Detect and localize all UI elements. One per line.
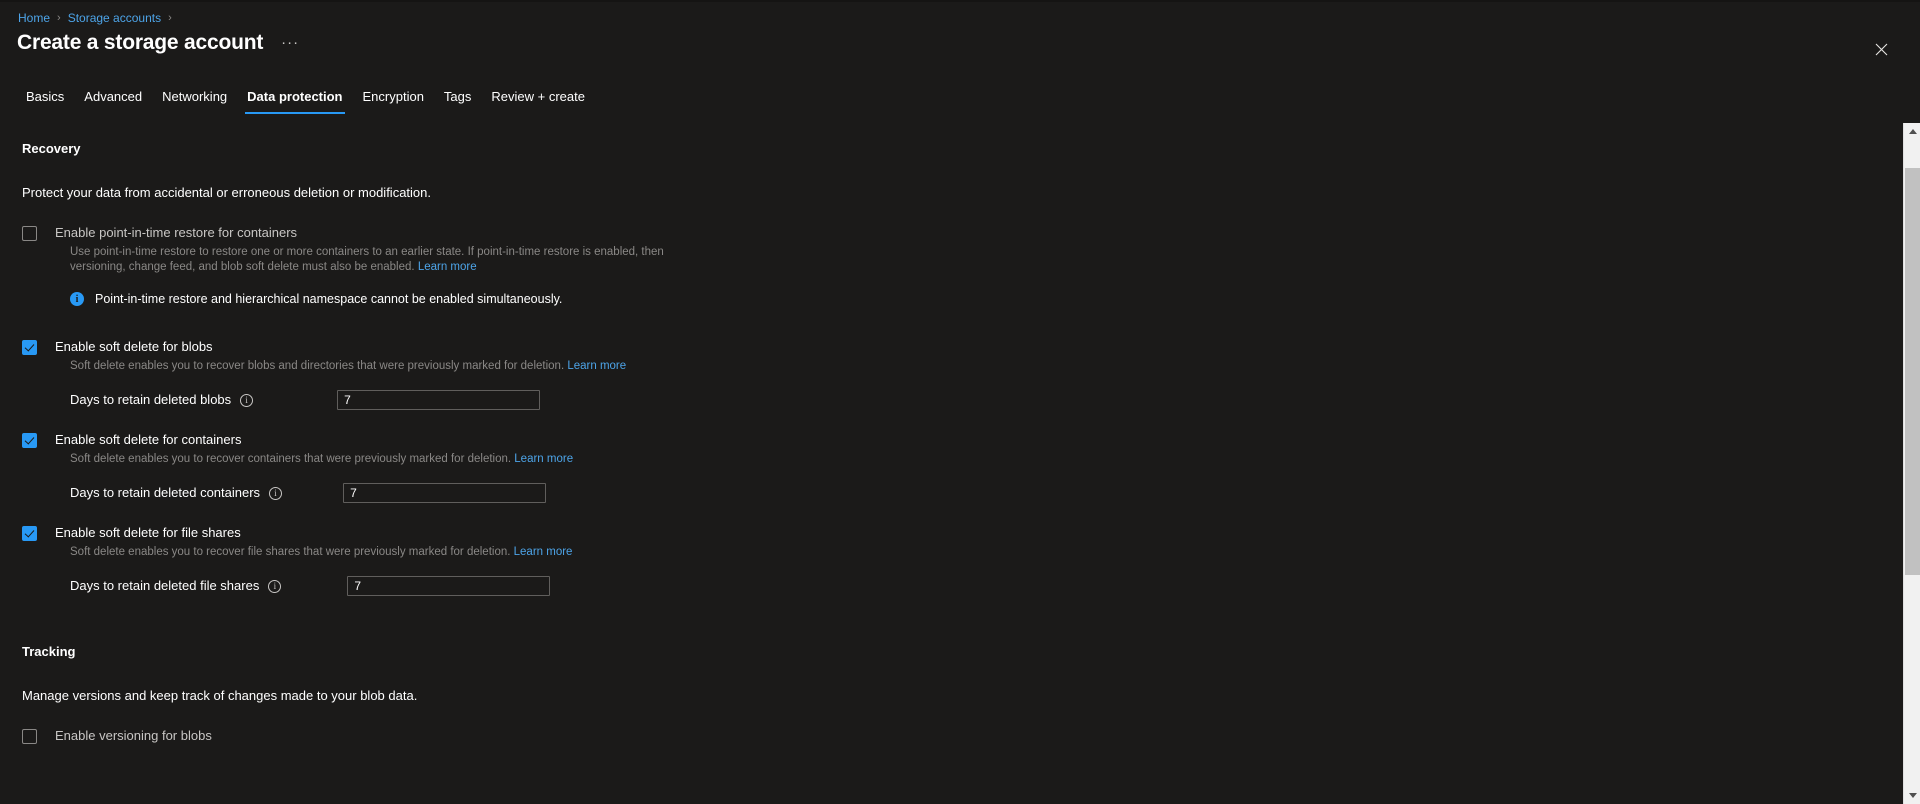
tab-data-protection[interactable]: Data protection	[237, 89, 352, 114]
recovery-heading: Recovery	[22, 141, 81, 156]
breadcrumb-item-storage-accounts[interactable]: Storage accounts	[68, 10, 161, 26]
days-retain-blobs-input[interactable]	[337, 390, 541, 410]
tab-advanced[interactable]: Advanced	[74, 89, 152, 114]
soft-delete-containers-learn-more-link[interactable]: Learn more	[514, 453, 573, 465]
info-circle-icon[interactable]: i	[269, 486, 283, 500]
close-icon	[1875, 43, 1887, 55]
soft-delete-containers-description-text: Soft delete enables you to recover conta…	[70, 453, 512, 465]
tab-networking[interactable]: Networking	[152, 89, 237, 114]
page-title: Create a storage account	[17, 31, 264, 54]
point-in-time-restore-row[interactable]: Enable point-in-time restore for contain…	[22, 225, 1871, 241]
point-in-time-restore-description-text: Use point-in-time restore to restore one…	[70, 246, 664, 273]
point-in-time-restore-info-message: i Point-in-time restore and hierarchical…	[70, 291, 1871, 307]
breadcrumb: Home › Storage accounts ›	[18, 10, 179, 26]
point-in-time-restore-description: Use point-in-time restore to restore one…	[70, 245, 665, 275]
soft-delete-containers-label[interactable]: Enable soft delete for containers	[55, 432, 241, 448]
point-in-time-restore-checkbox[interactable]	[22, 226, 37, 241]
days-retain-blobs-label: Days to retain deleted blobs	[70, 392, 232, 407]
soft-delete-blobs-learn-more-link[interactable]: Learn more	[567, 360, 626, 372]
breadcrumb-separator-trailing: ›	[168, 12, 172, 24]
chevron-up-icon	[1908, 129, 1917, 134]
info-circle-icon[interactable]: i	[268, 579, 282, 593]
versioning-blobs-checkbox[interactable]	[22, 729, 37, 744]
soft-delete-file-shares-description-text: Soft delete enables you to recover file …	[70, 546, 511, 558]
close-button[interactable]	[1866, 34, 1896, 64]
scrollbar-thumb[interactable]	[1905, 168, 1920, 575]
soft-delete-blobs-label[interactable]: Enable soft delete for blobs	[55, 339, 213, 355]
days-retain-file-shares-label: Days to retain deleted file shares	[70, 578, 260, 593]
soft-delete-file-shares-checkbox[interactable]	[22, 526, 37, 541]
top-strip	[0, 0, 1920, 2]
scroll-down-button[interactable]	[1904, 787, 1920, 804]
soft-delete-blobs-checkbox[interactable]	[22, 340, 37, 355]
tab-tags[interactable]: Tags	[434, 89, 481, 114]
tracking-description: Manage versions and keep track of change…	[22, 688, 418, 703]
tab-basics[interactable]: Basics	[16, 89, 74, 114]
breadcrumb-separator: ›	[57, 12, 61, 24]
days-retain-blobs-row: Days to retain deleted blobs i	[70, 390, 1871, 410]
info-message-text: Point-in-time restore and hierarchical n…	[95, 292, 563, 306]
soft-delete-containers-checkbox[interactable]	[22, 433, 37, 448]
point-in-time-restore-label[interactable]: Enable point-in-time restore for contain…	[55, 225, 297, 241]
recovery-description: Protect your data from accidental or err…	[22, 185, 431, 200]
vertical-scrollbar[interactable]	[1903, 123, 1920, 804]
soft-delete-blobs-description-text: Soft delete enables you to recover blobs…	[70, 360, 565, 372]
tab-encryption[interactable]: Encryption	[353, 89, 434, 114]
days-retain-file-shares-input[interactable]	[347, 576, 551, 596]
tab-review-create[interactable]: Review + create	[481, 89, 595, 114]
info-circle-icon[interactable]: i	[240, 393, 254, 407]
title-row: Create a storage account ···	[17, 31, 303, 55]
soft-delete-file-shares-learn-more-link[interactable]: Learn more	[514, 546, 573, 558]
create-storage-account-blade: Home › Storage accounts › Create a stora…	[0, 0, 1920, 804]
versioning-blobs-label[interactable]: Enable versioning for blobs	[55, 728, 212, 744]
versioning-blobs-row[interactable]: Enable versioning for blobs	[22, 728, 1871, 744]
soft-delete-containers-row[interactable]: Enable soft delete for containers	[22, 432, 1871, 448]
days-retain-file-shares-row: Days to retain deleted file shares i	[70, 576, 1871, 596]
point-in-time-restore-learn-more-link[interactable]: Learn more	[418, 261, 477, 273]
soft-delete-blobs-row[interactable]: Enable soft delete for blobs	[22, 339, 1871, 355]
soft-delete-blobs-description: Soft delete enables you to recover blobs…	[70, 359, 670, 374]
soft-delete-file-shares-row[interactable]: Enable soft delete for file shares	[22, 525, 1871, 541]
days-retain-containers-row: Days to retain deleted containers i	[70, 483, 1871, 503]
soft-delete-file-shares-label[interactable]: Enable soft delete for file shares	[55, 525, 241, 541]
tracking-heading: Tracking	[22, 644, 76, 659]
soft-delete-file-shares-description: Soft delete enables you to recover file …	[70, 545, 670, 560]
content-area: Recovery Protect your data from accident…	[0, 123, 1871, 804]
tab-bar: Basics Advanced Networking Data protecti…	[16, 82, 595, 114]
chevron-down-icon	[1908, 793, 1917, 798]
days-retain-containers-label: Days to retain deleted containers	[70, 485, 261, 500]
info-icon: i	[70, 292, 84, 306]
days-retain-containers-input[interactable]	[343, 483, 547, 503]
scroll-up-button[interactable]	[1904, 123, 1920, 140]
soft-delete-containers-description: Soft delete enables you to recover conta…	[70, 452, 670, 467]
breadcrumb-item-home[interactable]: Home	[18, 10, 50, 26]
more-options-button[interactable]: ···	[277, 35, 303, 50]
